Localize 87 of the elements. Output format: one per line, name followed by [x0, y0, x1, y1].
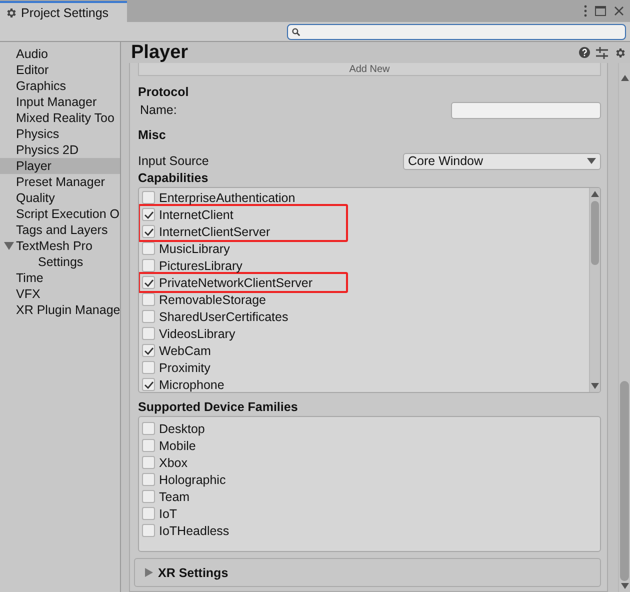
checkbox[interactable] [142, 422, 155, 435]
checkbox-label: Team [159, 490, 190, 504]
sidebar-item[interactable]: Mixed Reality Too [0, 110, 120, 126]
checkbox-label: PrivateNetworkClientServer [159, 276, 313, 290]
scroll-down-icon[interactable] [620, 583, 628, 589]
scroll-up-icon[interactable] [620, 75, 628, 81]
sidebar-item[interactable]: Player [0, 158, 120, 174]
scrollbar[interactable] [589, 188, 600, 392]
input-source-dropdown[interactable]: Core Window [403, 152, 601, 170]
scrollbar[interactable] [618, 63, 630, 592]
checkbox-label: Holographic [159, 472, 226, 486]
checkbox[interactable] [142, 507, 155, 520]
checkbox-label: EnterpriseAuthentication [159, 190, 296, 204]
checkbox-label: VideosLibrary [159, 326, 236, 340]
checkbox[interactable] [142, 191, 155, 204]
scroll-up-icon[interactable] [591, 191, 599, 197]
checkbox-label: WebCam [159, 344, 211, 358]
scroll-down-icon[interactable] [591, 383, 599, 389]
checkbox[interactable] [142, 524, 155, 537]
checkbox[interactable] [142, 242, 155, 255]
sidebar-item[interactable]: Preset Manager [0, 174, 120, 190]
checkbox-label: PicturesLibrary [159, 258, 242, 272]
checkbox[interactable] [142, 225, 155, 238]
checkbox-label: Proximity [159, 360, 210, 374]
checkbox[interactable] [142, 208, 155, 221]
checkbox-label: Xbox [159, 456, 188, 470]
checkbox-label: IoTHeadless [159, 524, 230, 538]
scrollbar-thumb[interactable] [591, 201, 599, 265]
checkbox[interactable] [142, 456, 155, 469]
close-icon[interactable] [614, 6, 624, 16]
section-heading: Capabilities [138, 170, 210, 187]
window-tab[interactable]: Project Settings [0, 1, 127, 22]
checkbox[interactable] [142, 259, 155, 272]
sidebar-item[interactable]: Graphics [0, 78, 120, 94]
checkbox[interactable] [142, 473, 155, 486]
checkbox-label: InternetClientServer [159, 224, 270, 238]
sliders-icon[interactable] [596, 46, 608, 58]
checkbox[interactable] [142, 276, 155, 289]
checkbox-label: RemovableStorage [159, 292, 266, 306]
window-title: Project Settings [21, 6, 109, 20]
xr-settings-foldout[interactable]: XR Settings [134, 558, 601, 587]
field-label: Input Source [138, 154, 209, 168]
checkbox[interactable] [142, 361, 155, 374]
sidebar-item[interactable]: Physics 2D [0, 142, 120, 158]
caret-icon[interactable] [4, 241, 14, 251]
checkbox-label: IoT [159, 506, 178, 520]
sidebar-item[interactable]: Quality [0, 190, 120, 206]
sidebar-item[interactable]: Input Manager [0, 94, 120, 110]
caret-icon [587, 158, 596, 164]
checkbox[interactable] [142, 310, 155, 323]
checkbox[interactable] [142, 327, 155, 340]
checkbox-label: InternetClient [159, 208, 234, 222]
more-icon[interactable] [584, 5, 587, 17]
sidebar-item[interactable]: Editor [0, 62, 120, 78]
checkbox[interactable] [142, 378, 155, 391]
sidebar-item[interactable]: XR Plugin Manage [0, 302, 120, 318]
sidebar-item[interactable]: Settings [0, 254, 120, 270]
name-field[interactable] [451, 102, 601, 118]
checkbox-label: Mobile [159, 438, 196, 452]
checkbox-label: MusicLibrary [159, 242, 230, 256]
scrollbar-thumb[interactable] [620, 381, 629, 581]
checkbox[interactable] [142, 439, 155, 452]
checkbox-label: SharedUserCertificates [159, 310, 288, 324]
sidebar-item[interactable]: TextMesh Pro [16, 238, 92, 254]
help-icon[interactable] [579, 47, 590, 58]
search-icon [292, 28, 300, 36]
page-title: Player [131, 42, 188, 64]
sidebar-item[interactable]: Script Execution O [0, 206, 120, 222]
search-field[interactable] [287, 24, 626, 40]
checkbox-label: Desktop [159, 422, 205, 436]
gear-icon[interactable] [5, 6, 17, 18]
sidebar-item[interactable]: Tags and Layers [0, 222, 120, 238]
sidebar-item[interactable]: Physics [0, 126, 120, 142]
field-label: Name: [139, 103, 177, 117]
section-heading: Supported Device Families [138, 399, 299, 416]
checkbox[interactable] [142, 344, 155, 357]
sidebar-item[interactable]: VFX [0, 286, 120, 302]
checkbox[interactable] [142, 490, 155, 503]
settings-icon[interactable] [614, 46, 626, 58]
section-heading: Misc [138, 127, 167, 144]
checkbox[interactable] [142, 293, 155, 306]
maximize-icon[interactable] [595, 6, 606, 16]
checkbox-label: Microphone [159, 378, 224, 392]
add-new-button[interactable]: Add New [138, 63, 601, 76]
section-heading: Protocol [138, 84, 190, 101]
sidebar-item[interactable]: Audio [0, 46, 120, 62]
sidebar-item[interactable]: Time [0, 270, 120, 286]
